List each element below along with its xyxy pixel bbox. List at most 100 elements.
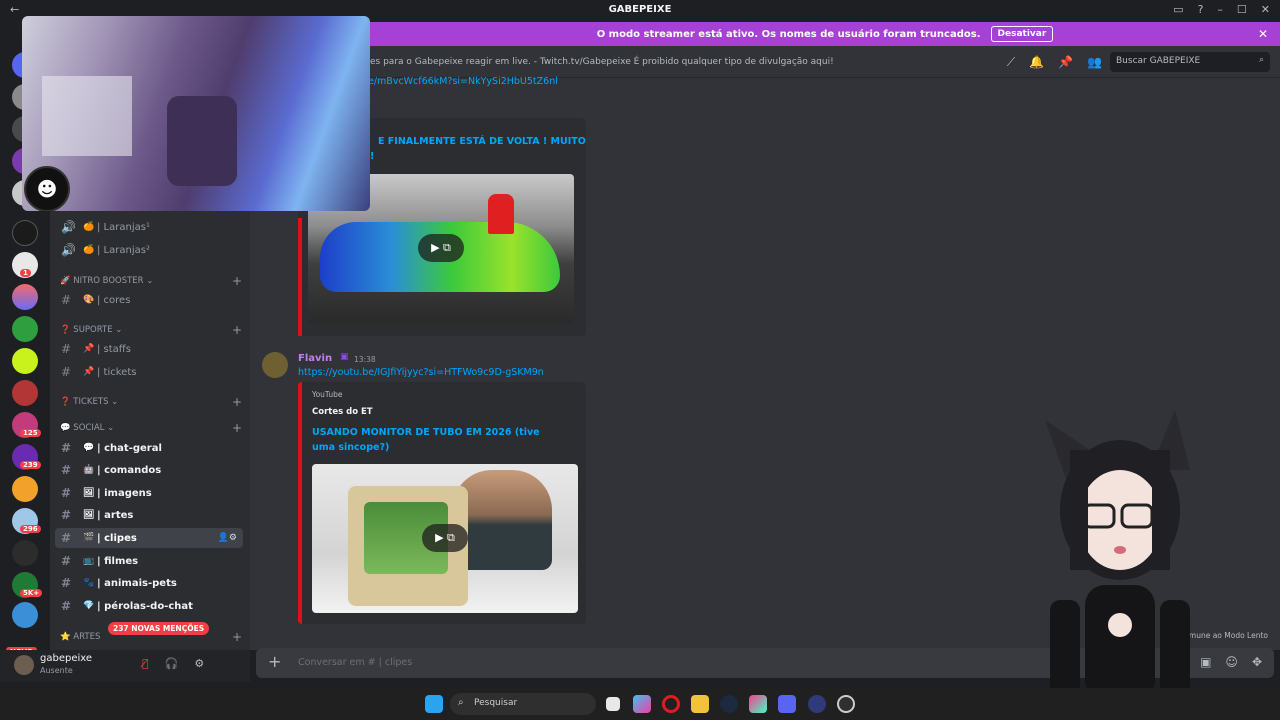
file-explorer-icon[interactable]	[691, 695, 709, 713]
settings-gear-icon[interactable]: ⚙	[194, 657, 204, 670]
play-icon[interactable]: ▶ ⧉	[422, 524, 468, 552]
add-channel-icon[interactable]: +	[232, 323, 242, 337]
channel-label: | chat-geral	[97, 442, 162, 454]
channel-label: | filmes	[97, 555, 139, 567]
avatar[interactable]	[262, 352, 288, 378]
window-controls: ▭ ? – ☐ ✕	[1173, 3, 1270, 16]
person-shape	[488, 194, 514, 234]
headphones-icon[interactable]: 🎧	[165, 657, 179, 670]
server-icon[interactable]	[12, 348, 38, 374]
add-channel-icon[interactable]: +	[232, 274, 242, 288]
search-placeholder: Buscar GABEPEIXE	[1116, 56, 1201, 66]
opera-icon[interactable]	[662, 695, 680, 713]
inbox-icon[interactable]: ▭	[1173, 3, 1183, 16]
add-channel-icon[interactable]: +	[232, 395, 242, 409]
channel-item[interactable]: # 🖼 | artes	[55, 505, 243, 525]
channel-item[interactable]: # 🐾 | animais-pets	[55, 573, 243, 593]
add-channel-icon[interactable]: +	[232, 630, 242, 644]
channel-item[interactable]: # 📺 | filmes	[55, 551, 243, 571]
streamer-mode-banner: O modo streamer está ativo. Os nomes de …	[370, 22, 1280, 46]
bell-icon[interactable]: 🔔	[1029, 55, 1044, 70]
category-header[interactable]: ❓ SUPORTE ⌄ +	[60, 323, 242, 337]
channel-item[interactable]: 🔊 🍊 | Laranjas²	[55, 240, 243, 260]
app-icon[interactable]	[808, 695, 826, 713]
channel-topic[interactable]: es para o Gabepeixe reagir em live. - Tw…	[370, 57, 834, 67]
server-icon[interactable]	[12, 220, 38, 246]
app-icon[interactable]	[749, 695, 767, 713]
server-badge: 296	[20, 525, 41, 533]
play-icon[interactable]: ▶ ⧉	[418, 234, 464, 262]
message-author[interactable]: Flavin	[298, 353, 332, 364]
channel-item[interactable]: 🔊 🍊 | Laranjas¹	[55, 217, 243, 237]
hash-icon: #	[61, 554, 72, 568]
server-icon[interactable]	[12, 602, 38, 628]
threads-icon[interactable]: ⟋	[1007, 55, 1015, 70]
channel-label: | Laranjas²	[97, 244, 150, 256]
help-icon[interactable]: ?	[1198, 3, 1204, 16]
mic-muted-icon[interactable]: 🎙̸	[142, 657, 149, 670]
server-icon[interactable]	[12, 284, 38, 310]
channel-item[interactable]: # 🤖 | comandos	[55, 460, 243, 480]
embed-title[interactable]: USANDO MONITOR DE TUBO EM 2026 (tive uma…	[312, 425, 562, 455]
disable-streamer-button[interactable]: Desativar	[990, 26, 1054, 42]
channel-label: | pérolas-do-chat	[97, 600, 193, 612]
category-header[interactable]: 💬 SOCIAL ⌄ +	[60, 421, 242, 435]
channel-label: | staffs	[97, 343, 131, 355]
category-label: SUPORTE	[73, 325, 113, 335]
embed-title-continued[interactable]: !	[370, 149, 620, 164]
hash-icon: #	[61, 365, 72, 379]
channel-item[interactable]: # 📌 | tickets	[55, 362, 243, 382]
banner-close-icon[interactable]: ✕	[1258, 27, 1268, 41]
taskbar-search[interactable]: ⌕ Pesquisar	[450, 693, 596, 715]
message-link[interactable]: https://youtu.be/IGJfiYijyyc?si=HTFWo9c9…	[298, 367, 544, 378]
minimize-icon[interactable]: –	[1217, 3, 1223, 16]
avatar[interactable]	[14, 655, 34, 675]
server-icon[interactable]	[12, 316, 38, 342]
video-thumbnail[interactable]: ▶ ⧉	[312, 464, 578, 613]
room-shelf-shape	[42, 76, 132, 156]
channel-item[interactable]: # 💎 | pérolas-do-chat	[55, 596, 243, 616]
server-icon[interactable]	[12, 380, 38, 406]
server-icon[interactable]	[12, 476, 38, 502]
maximize-icon[interactable]: ☐	[1237, 3, 1247, 16]
channel-item[interactable]: # 🎨 | cores	[55, 290, 243, 310]
banner-text: O modo streamer está ativo. Os nomes de …	[596, 28, 981, 40]
category-header[interactable]: ❓ TICKETS ⌄ +	[60, 395, 242, 409]
channel-header: es para o Gabepeixe reagir em live. - Tw…	[250, 46, 1280, 78]
category-label: NITRO BOOSTER	[73, 276, 144, 286]
add-channel-icon[interactable]: +	[232, 421, 242, 435]
vtuber-avatar	[1030, 410, 1230, 700]
category-label: TICKETS	[73, 397, 109, 407]
channel-item[interactable]: # 🖼 | imagens	[55, 483, 243, 503]
channel-emoji: 🖼	[83, 510, 95, 520]
copilot-icon[interactable]	[633, 695, 651, 713]
server-badge: 125	[20, 429, 41, 437]
new-mentions-badge[interactable]: 237 NOVAS MENÇÕES	[108, 622, 210, 635]
category-header[interactable]: 🚀 NITRO BOOSTER ⌄ +	[60, 274, 242, 288]
user-panel: gabepeixe Ausente 🎙̸ 🎧 ⚙	[0, 650, 250, 682]
channel-settings-icon[interactable]: 👤⚙	[218, 533, 237, 543]
search-input[interactable]: Buscar GABEPEIXE ⌕	[1110, 52, 1270, 72]
message-link[interactable]: e/mBvcWcf66kM?si=NkYySi2HbU5tZ6nl	[368, 76, 558, 87]
channel-emoji: 🍊	[83, 245, 95, 255]
members-icon[interactable]: 👥	[1087, 55, 1102, 70]
embed-title[interactable]: E FINALMENTE ESTÁ DE VOLTA ! MUITO	[378, 134, 628, 149]
pin-icon[interactable]: 📌	[1058, 55, 1073, 70]
channel-item-active[interactable]: # 🎬 | clipes 👤⚙	[55, 528, 243, 548]
category-header[interactable]: ⭐ ARTES +	[60, 630, 242, 644]
obs-icon[interactable]	[837, 695, 855, 713]
server-badge: 5K+	[20, 589, 43, 597]
channel-label: | Laranjas¹	[97, 221, 150, 233]
close-window-icon[interactable]: ✕	[1261, 3, 1270, 16]
apps-icon[interactable]: ✥	[1252, 655, 1262, 669]
username: gabepeixe	[40, 653, 93, 664]
discord-icon[interactable]	[778, 695, 796, 713]
attach-plus-icon[interactable]: +	[268, 652, 281, 671]
server-icon[interactable]	[12, 540, 38, 566]
windows-start-icon[interactable]	[425, 695, 443, 713]
task-view-icon[interactable]	[606, 697, 620, 711]
channel-item[interactable]: # 📌 | staffs	[55, 339, 243, 359]
channel-item[interactable]: # 💬 | chat-geral	[55, 438, 243, 458]
steam-icon[interactable]	[720, 695, 738, 713]
embed-author[interactable]: Cortes do ET	[312, 407, 373, 417]
